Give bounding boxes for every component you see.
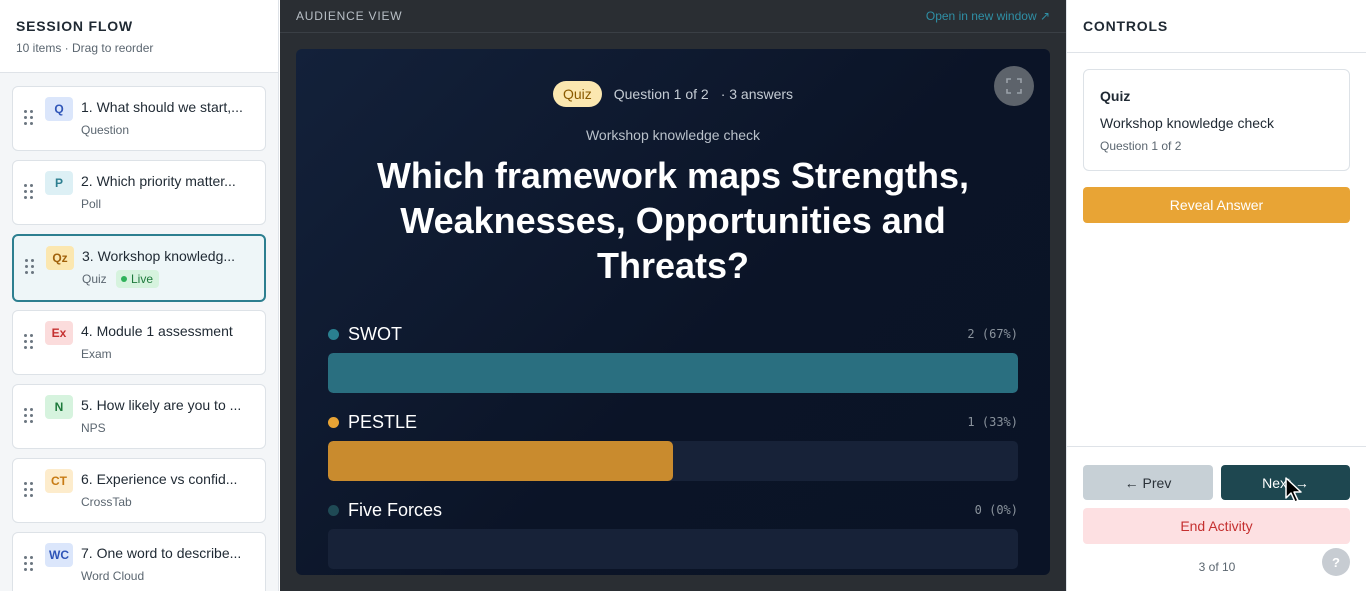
session-item-type: CrossTab xyxy=(81,495,132,509)
drag-handle-icon[interactable] xyxy=(24,184,34,200)
session-item-type: Word Cloud xyxy=(81,569,145,583)
session-item-type: Question xyxy=(81,123,130,137)
audience-view-panel: AUDIENCE VIEW Open in new window ↗ Quiz … xyxy=(280,0,1066,591)
controls-panel: CONTROLS Quiz Workshop knowledge check Q… xyxy=(1066,0,1366,591)
session-item-crosstab[interactable]: CT 6. Experience vs confid... CrossTab xyxy=(12,458,266,523)
controls-footer: ← Prev Next → End Activity 3 of 10 ? xyxy=(1067,446,1366,591)
drag-handle-icon[interactable] xyxy=(24,408,34,424)
session-item-type: NPS xyxy=(81,421,106,435)
end-activity-button[interactable]: End Activity xyxy=(1083,508,1350,544)
session-list: Q 1. What should we start,... Question P… xyxy=(0,73,278,591)
audience-view-header: AUDIENCE VIEW Open in new window ↗ xyxy=(280,0,1066,33)
activity-question-counter: Question 1 of 2 xyxy=(1100,139,1182,153)
drag-handle-icon[interactable] xyxy=(24,334,34,350)
open-in-new-window-link[interactable]: Open in new window ↗ xyxy=(926,9,1050,23)
live-dot-icon xyxy=(121,276,127,282)
answer-count: · 3 answers xyxy=(720,86,794,102)
live-label: Live xyxy=(131,272,154,286)
help-button[interactable]: ? xyxy=(1322,548,1350,576)
answer-option-pestle: PESTLE 1 (33%) xyxy=(328,410,1018,481)
session-item-nps[interactable]: N 5. How likely are you to ... NPS xyxy=(12,384,266,449)
session-item-title: 5. How likely are you to ... xyxy=(81,397,242,413)
live-status-badge: Live xyxy=(116,270,160,288)
sidebar-title: SESSION FLOW xyxy=(16,18,133,34)
session-item-type: Quiz xyxy=(82,272,107,286)
session-flow-sidebar: SESSION FLOW 10 items · Drag to reorder … xyxy=(0,0,279,591)
session-item-exam[interactable]: Ex 4. Module 1 assessment Exam xyxy=(12,310,266,375)
drag-handle-icon[interactable] xyxy=(25,259,35,275)
nps-type-badge: N xyxy=(45,395,73,419)
quiz-pill: Quiz xyxy=(552,81,602,107)
presentation-stage: Quiz Question 1 of 2 · 3 answers Worksho… xyxy=(296,49,1050,575)
activity-subtitle: Workshop knowledge check xyxy=(585,127,761,143)
question-text: Which framework maps Strengths, Weakness… xyxy=(376,155,970,286)
option-bar-fill xyxy=(328,353,1018,393)
option-count: 0 (0%) xyxy=(974,503,1018,517)
option-label: Five Forces xyxy=(348,499,443,520)
option-count: 1 (33%) xyxy=(967,415,1018,429)
option-count: 2 (67%) xyxy=(967,327,1018,341)
option-dot-icon xyxy=(328,416,339,428)
drag-handle-icon[interactable] xyxy=(24,110,34,126)
activity-name: Workshop knowledge check xyxy=(1100,115,1275,131)
option-dot-icon xyxy=(328,504,339,516)
question-meta-row: Quiz Question 1 of 2 · 3 answers xyxy=(296,81,1050,107)
poll-type-badge: P xyxy=(45,171,73,195)
option-bar-track xyxy=(328,441,1018,481)
session-item-title: 4. Module 1 assessment xyxy=(81,323,233,339)
session-item-word-cloud[interactable]: WC 7. One word to describe... Word Cloud xyxy=(12,532,266,591)
crosstab-type-badge: CT xyxy=(45,469,73,493)
option-label: SWOT xyxy=(348,323,402,344)
session-item-poll[interactable]: P 2. Which priority matter... Poll xyxy=(12,160,266,225)
audience-view-title: AUDIENCE VIEW xyxy=(296,9,403,23)
session-item-title: 3. Workshop knowledg... xyxy=(82,248,236,264)
prev-button[interactable]: ← Prev xyxy=(1083,465,1213,500)
answer-option-swot: SWOT 2 (67%) xyxy=(328,322,1018,393)
drag-handle-icon[interactable] xyxy=(24,482,34,498)
drag-handle-icon[interactable] xyxy=(24,556,34,572)
question-counter: Question 1 of 2 xyxy=(613,86,709,102)
session-item-title: 1. What should we start,... xyxy=(81,99,243,115)
question-type-badge: Q xyxy=(45,97,73,121)
controls-title: CONTROLS xyxy=(1083,18,1168,34)
session-item-quiz-active[interactable]: Qz 3. Workshop knowledg... Quiz Live xyxy=(12,234,266,302)
session-item-question[interactable]: Q 1. What should we start,... Question xyxy=(12,86,266,151)
quiz-type-badge: Qz xyxy=(46,246,74,270)
option-label: PESTLE xyxy=(348,411,418,432)
option-bar-track xyxy=(328,529,1018,569)
exam-type-badge: Ex xyxy=(45,321,73,345)
activity-type: Quiz xyxy=(1100,88,1131,104)
mouse-cursor-icon xyxy=(1285,477,1302,503)
session-item-type: Exam xyxy=(81,347,112,361)
word-cloud-type-badge: WC xyxy=(45,543,73,567)
sidebar-header: SESSION FLOW 10 items · Drag to reorder xyxy=(0,0,278,73)
option-bar-fill xyxy=(328,441,673,481)
answer-option-five-forces: Five Forces 0 (0%) xyxy=(328,498,1018,569)
option-bar-track xyxy=(328,353,1018,393)
option-dot-icon xyxy=(328,328,339,340)
reveal-answer-button[interactable]: Reveal Answer xyxy=(1083,187,1350,223)
session-item-title: 6. Experience vs confid... xyxy=(81,471,238,487)
session-item-type: Poll xyxy=(81,197,102,211)
current-activity-card: Quiz Workshop knowledge check Question 1… xyxy=(1083,69,1350,171)
sidebar-subtitle: 10 items · Drag to reorder xyxy=(16,41,154,55)
controls-header: CONTROLS xyxy=(1067,0,1366,53)
session-item-title: 7. One word to describe... xyxy=(81,545,242,561)
session-item-title: 2. Which priority matter... xyxy=(81,173,236,189)
